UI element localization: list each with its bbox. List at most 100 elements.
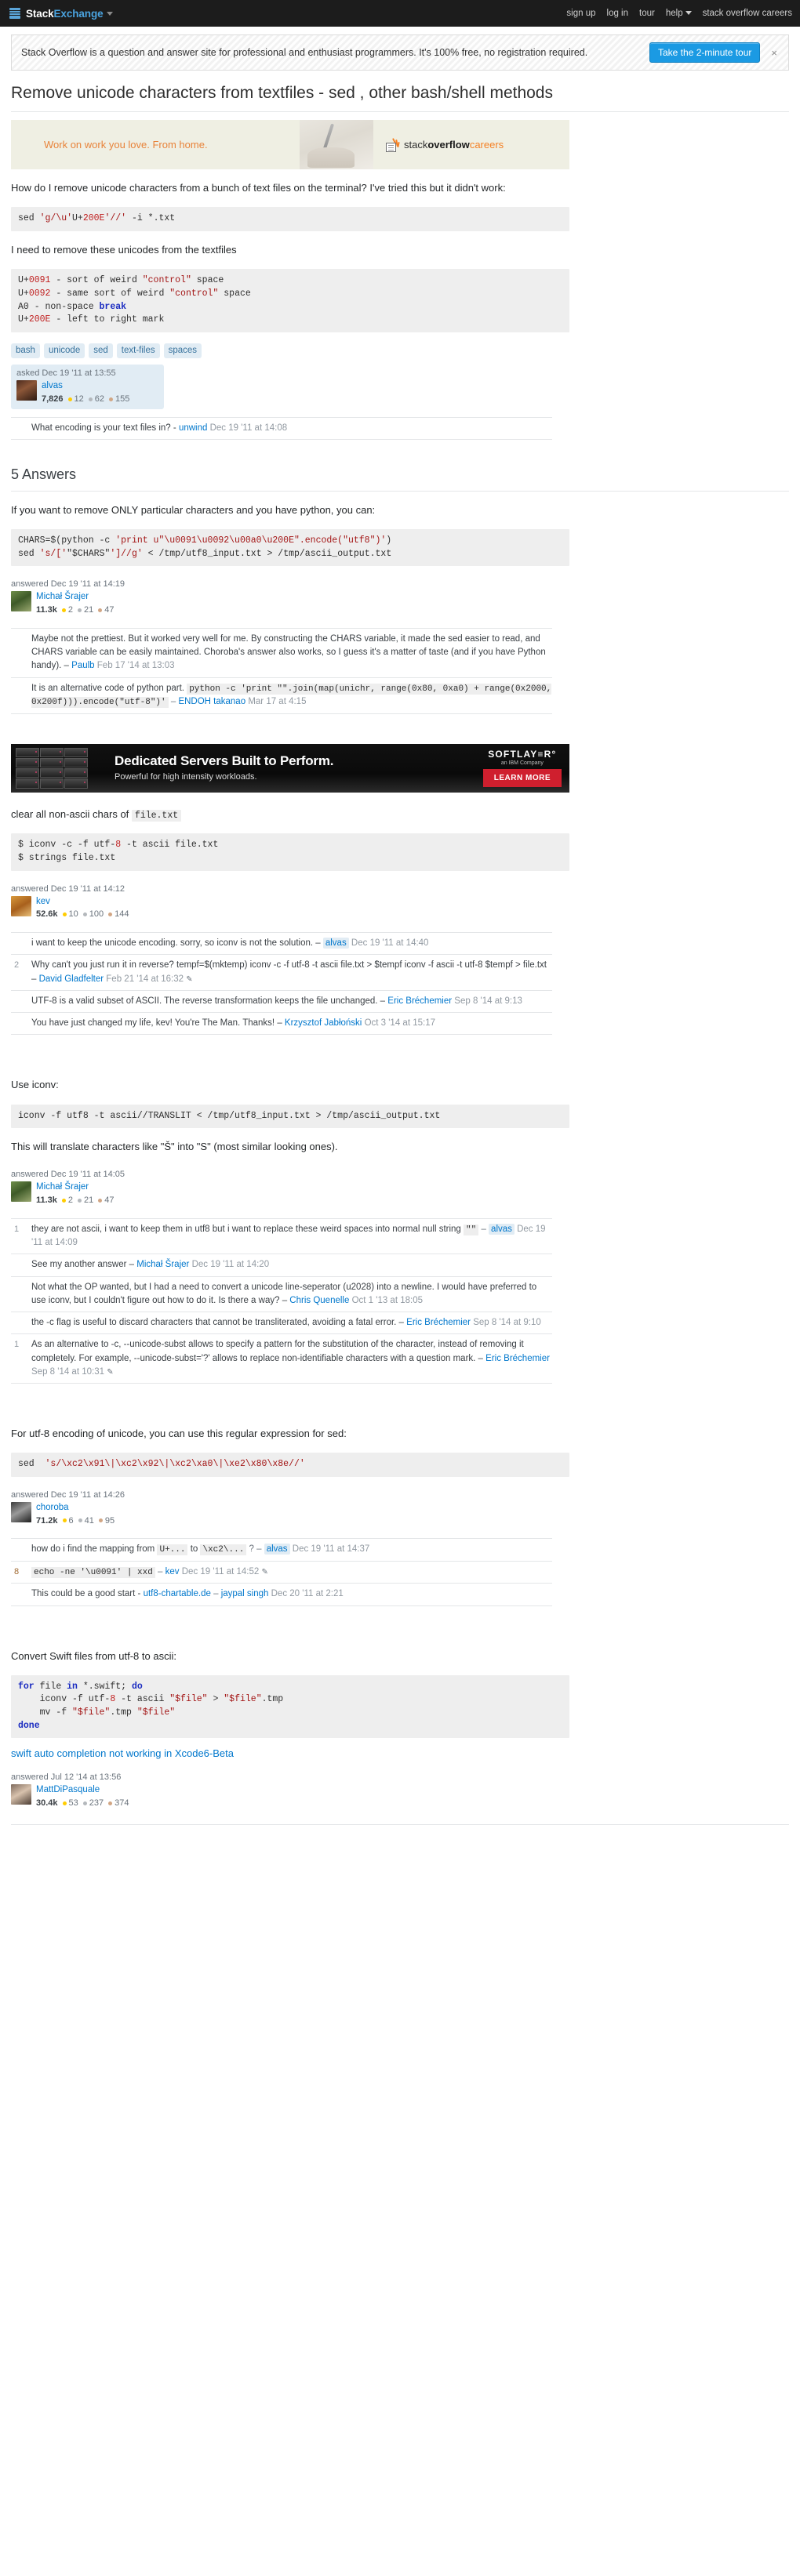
usercard-body: kev 52.6k 10 100 144 <box>11 895 164 920</box>
nav-help[interactable]: help <box>666 9 692 18</box>
comment-author[interactable]: Eric Bréchemier <box>387 996 452 1006</box>
comment-date: Dec 19 '11 at 14:08 <box>209 423 288 433</box>
comment-author[interactable]: Paulb <box>71 661 94 670</box>
avatar[interactable] <box>16 380 37 401</box>
comment-body: You have just changed my life, kev! You'… <box>27 1017 552 1030</box>
comment-score: 1 <box>14 1224 20 1234</box>
tag-bash[interactable]: bash <box>11 343 40 359</box>
softlayer-logo-subtitle: an IBM Company <box>500 760 544 766</box>
stack-exchange-brand[interactable]: StackExchange <box>26 8 113 20</box>
answer-intro: clear all non-ascii chars of file.txt <box>11 807 552 823</box>
avatar[interactable] <box>11 591 31 612</box>
answer-outro: This will translate characters like "Š" … <box>11 1141 338 1153</box>
comment-external-link[interactable]: utf8-chartable.de <box>144 1589 211 1598</box>
nav-sign-up[interactable]: sign up <box>566 9 595 18</box>
comment-inline-code: echo -ne '\u0091' | xxd <box>31 1566 155 1578</box>
silver-badge-icon <box>78 608 82 612</box>
comment-author[interactable]: ENDOH takanao <box>178 697 245 706</box>
chevron-down-icon[interactable] <box>685 11 692 16</box>
comment-text-after: ? – <box>249 1544 262 1555</box>
edit-pencil-icon[interactable]: ✎ <box>186 975 192 984</box>
comment-author[interactable]: alvas <box>322 938 349 949</box>
comment-author[interactable]: alvas <box>264 1544 290 1555</box>
gold-badge-count: 6 <box>68 1515 74 1526</box>
comment-text: Not what the OP wanted, but I had a need… <box>31 1282 537 1305</box>
avatar[interactable] <box>11 1501 31 1522</box>
usercard-body: MattDiPasquale 30.4k 53 237 374 <box>11 1784 164 1809</box>
silver-badge-icon <box>82 912 87 917</box>
stack-overflow-careers-logo-icon <box>386 137 400 152</box>
bronze-badge-icon <box>108 912 113 917</box>
question-owner-username[interactable]: alvas <box>42 380 129 393</box>
careers-logo-overflow: overflow <box>427 139 470 151</box>
silver-badge-count: 41 <box>84 1515 94 1526</box>
edit-pencil-icon[interactable]: ✎ <box>107 1368 113 1377</box>
silver-badge-icon <box>82 1801 87 1805</box>
comment-text-mid: to <box>190 1544 198 1555</box>
comment-author[interactable]: alvas <box>489 1223 515 1235</box>
comment-author[interactable]: unwind <box>179 423 207 433</box>
answer-kev-iconv: clear all non-ascii chars of file.txt $ … <box>11 807 569 1047</box>
usercard-meta: Michał Šrajer 11.3k 2 21 47 <box>36 591 115 615</box>
comment-author[interactable]: Chris Quenelle <box>289 1296 349 1305</box>
comment-row: It is an alternative code of python part… <box>11 678 552 714</box>
comment-author[interactable]: Eric Bréchemier <box>406 1318 471 1327</box>
nav-log-in[interactable]: log in <box>607 9 629 18</box>
usercard-meta: MattDiPasquale 30.4k 53 237 374 <box>36 1784 129 1809</box>
comment-author[interactable]: Michał Šrajer <box>136 1260 189 1269</box>
answer-reference-link[interactable]: swift auto completion not working in Xco… <box>11 1747 569 1759</box>
comment-author[interactable]: Eric Bréchemier <box>485 1354 550 1363</box>
answer-comments: how do i find the mapping from U+... to … <box>11 1538 552 1606</box>
gold-badge-icon <box>67 397 72 401</box>
take-tour-button[interactable]: Take the 2-minute tour <box>649 42 761 63</box>
comment-text: As an alternative to -c, --unicode-subst… <box>31 1340 524 1363</box>
question-post: How do I remove unicode characters from … <box>11 180 569 440</box>
comment-text-before: they are not ascii, i want to keep them … <box>31 1224 461 1234</box>
tag-text-files[interactable]: text-files <box>116 343 160 359</box>
comment-row: You have just changed my life, kev! You'… <box>11 1013 552 1036</box>
comment-author[interactable]: jaypal singh <box>221 1589 269 1598</box>
close-icon[interactable]: × <box>769 47 779 59</box>
comment-text-after: – <box>213 1589 219 1599</box>
tag-unicode[interactable]: unicode <box>43 343 85 359</box>
edit-pencil-icon[interactable]: ✎ <box>261 1568 267 1576</box>
reputation-score: 71.2k <box>36 1515 58 1526</box>
answer-code-block: sed 's/\xc2\x91\|\xc2\x92\|\xc2\xa0\|\xe… <box>11 1453 569 1477</box>
nav-stack-overflow-careers[interactable]: stack overflow careers <box>703 9 792 18</box>
softlayer-advertisement[interactable]: Dedicated Servers Built to Perform. Powe… <box>11 743 569 793</box>
answer-owner-username[interactable]: MattDiPasquale <box>36 1784 129 1797</box>
learn-more-button[interactable]: LEARN MORE <box>482 768 562 787</box>
comment-body: they are not ascii, i want to keep them … <box>27 1223 552 1250</box>
careers-advertisement[interactable]: Work on work you love. From home. stacko… <box>11 120 569 170</box>
comment-date: Sep 8 '14 at 9:13 <box>454 996 522 1006</box>
answer-owner-card: answered Dec 19 '11 at 14:26 choroba 71.… <box>11 1486 164 1530</box>
comment-author[interactable]: kev <box>165 1567 180 1576</box>
comment-author[interactable]: David Gladfelter <box>39 974 104 984</box>
topbar-nav-links: sign up log in tour help stack overflow … <box>566 9 792 18</box>
bronze-badge-icon <box>108 1801 113 1805</box>
stack-exchange-logo-icon[interactable] <box>9 8 20 19</box>
answer-owner-username[interactable]: Michał Šrajer <box>36 591 115 604</box>
tag-spaces[interactable]: spaces <box>163 343 202 359</box>
answer-matt-swift: Convert Swift files from utf-8 to ascii:… <box>11 1649 569 1824</box>
answer-intro: If you want to remove ONLY particular ch… <box>11 504 376 516</box>
nav-tour[interactable]: tour <box>639 9 655 18</box>
avatar[interactable] <box>11 1181 31 1203</box>
silver-badge-count: 21 <box>84 1195 94 1205</box>
answer-owner-username[interactable]: kev <box>36 896 129 909</box>
avatar[interactable] <box>11 1784 31 1805</box>
gold-badge-icon <box>62 1801 67 1805</box>
answer-owner-username[interactable]: Michał Šrajer <box>36 1181 115 1194</box>
tag-sed[interactable]: sed <box>89 343 113 359</box>
avatar[interactable] <box>11 895 31 916</box>
comment-date: Mar 17 at 4:15 <box>248 697 307 707</box>
comment-date: Oct 1 '13 at 18:05 <box>351 1295 424 1305</box>
answer-owner-username[interactable]: choroba <box>36 1502 115 1515</box>
comment-author[interactable]: Krzysztof Jabłoński <box>285 1018 362 1028</box>
bronze-badge-icon <box>98 1198 103 1203</box>
chevron-down-icon[interactable] <box>106 12 113 16</box>
comment-body: UTF-8 is a valid subset of ASCII. The re… <box>27 995 552 1008</box>
comment-body: i want to keep the unicode encoding. sor… <box>27 937 552 950</box>
